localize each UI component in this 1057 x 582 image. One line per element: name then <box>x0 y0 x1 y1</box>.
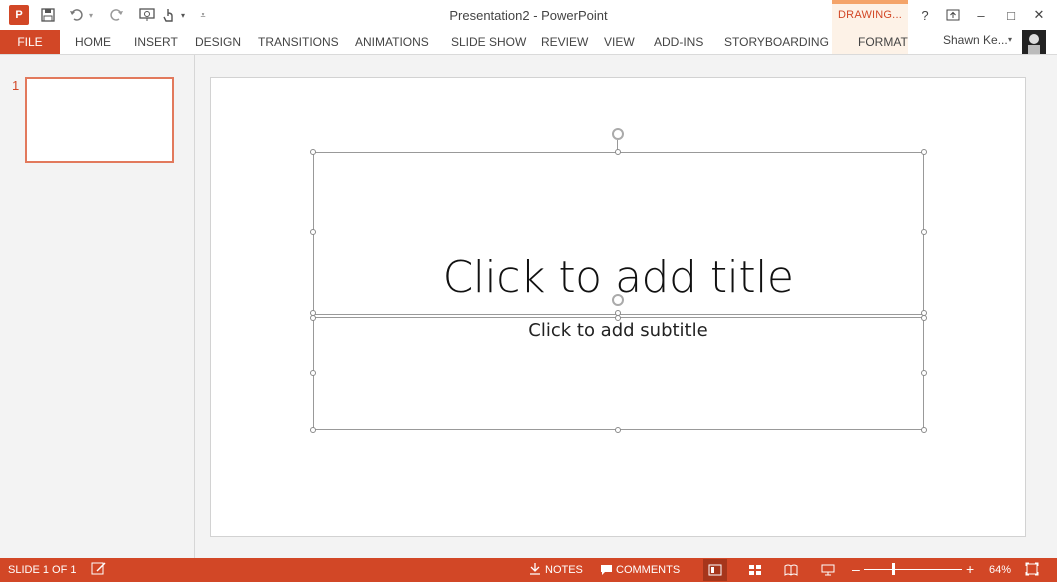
drawing-tools-label: DRAWING... <box>838 9 902 21</box>
subtitle-rotation-handle[interactable] <box>612 294 624 306</box>
customize-icon[interactable]: ⩡ <box>196 6 210 24</box>
undo-icon[interactable] <box>66 6 86 24</box>
tab-review[interactable]: REVIEW <box>541 30 588 54</box>
zoom-slider-thumb[interactable] <box>892 563 895 575</box>
minimize-button[interactable]: – <box>970 5 992 25</box>
zoom-slider-track[interactable] <box>864 569 962 570</box>
undo-dropdown-icon[interactable]: ▾ <box>86 6 96 24</box>
touch-icon[interactable] <box>160 6 178 24</box>
tab-storyboarding[interactable]: STORYBOARDING <box>724 30 829 54</box>
resize-handle[interactable] <box>310 149 316 155</box>
zoom-level[interactable]: 64% <box>989 564 1011 576</box>
avatar[interactable] <box>1022 30 1046 54</box>
touch-dropdown-icon[interactable]: ▾ <box>178 6 188 24</box>
ribbon-display-options-button[interactable] <box>942 5 964 25</box>
resize-handle[interactable] <box>921 315 927 321</box>
resize-handle[interactable] <box>310 427 316 433</box>
spell-check-icon[interactable] <box>91 562 107 581</box>
save-icon[interactable] <box>38 6 58 24</box>
tab-add-ins[interactable]: ADD-INS <box>654 30 703 54</box>
present-icon[interactable] <box>136 6 158 24</box>
notes-button[interactable]: NOTES <box>545 564 583 576</box>
resize-handle[interactable] <box>310 370 316 376</box>
comments-icon[interactable] <box>600 563 613 581</box>
resize-handle[interactable] <box>921 370 927 376</box>
slide-sorter-view-button[interactable] <box>743 559 767 581</box>
slide-thumbnail[interactable] <box>25 77 174 163</box>
notes-icon[interactable] <box>529 562 541 581</box>
user-dropdown-icon[interactable]: ▾ <box>1008 35 1012 44</box>
help-button[interactable]: ? <box>914 5 936 25</box>
resize-handle[interactable] <box>310 229 316 235</box>
thumbnail-slide-number: 1 <box>12 78 20 93</box>
resize-handle[interactable] <box>921 229 927 235</box>
slide-count-status[interactable]: SLIDE 1 OF 1 <box>8 564 76 576</box>
slide-show-button[interactable] <box>816 559 840 581</box>
tab-insert[interactable]: INSERT <box>134 30 178 54</box>
fit-slide-icon[interactable] <box>1025 562 1039 581</box>
subtitle-placeholder-text[interactable]: Click to add subtitle <box>313 320 923 341</box>
normal-view-button[interactable] <box>703 559 727 581</box>
resize-handle[interactable] <box>921 427 927 433</box>
tab-design[interactable]: DESIGN <box>195 30 241 54</box>
title-rotation-handle[interactable] <box>612 128 624 140</box>
tab-format[interactable]: FORMAT <box>858 30 908 54</box>
tab-animations[interactable]: ANIMATIONS <box>355 30 429 54</box>
tab-slide-show[interactable]: SLIDE SHOW <box>451 30 526 54</box>
user-name[interactable]: Shawn Ke... <box>943 28 1008 52</box>
maximize-button[interactable]: □ <box>1000 5 1022 25</box>
tab-transitions[interactable]: TRANSITIONS <box>258 30 339 54</box>
redo-icon[interactable] <box>107 6 127 24</box>
powerpoint-logo-icon[interactable]: P <box>9 5 29 25</box>
resize-handle[interactable] <box>615 149 621 155</box>
resize-handle[interactable] <box>310 315 316 321</box>
zoom-out-button[interactable]: – <box>852 561 860 577</box>
resize-handle[interactable] <box>615 427 621 433</box>
tab-home[interactable]: HOME <box>75 30 111 54</box>
zoom-in-button[interactable]: + <box>966 561 974 577</box>
reading-view-button[interactable] <box>779 559 803 581</box>
resize-handle[interactable] <box>615 315 621 321</box>
tab-file[interactable]: FILE <box>0 30 60 54</box>
resize-handle[interactable] <box>921 149 927 155</box>
tab-view[interactable]: VIEW <box>604 30 635 54</box>
close-button[interactable]: ✕ <box>1028 5 1050 25</box>
comments-button[interactable]: COMMENTS <box>616 564 680 576</box>
